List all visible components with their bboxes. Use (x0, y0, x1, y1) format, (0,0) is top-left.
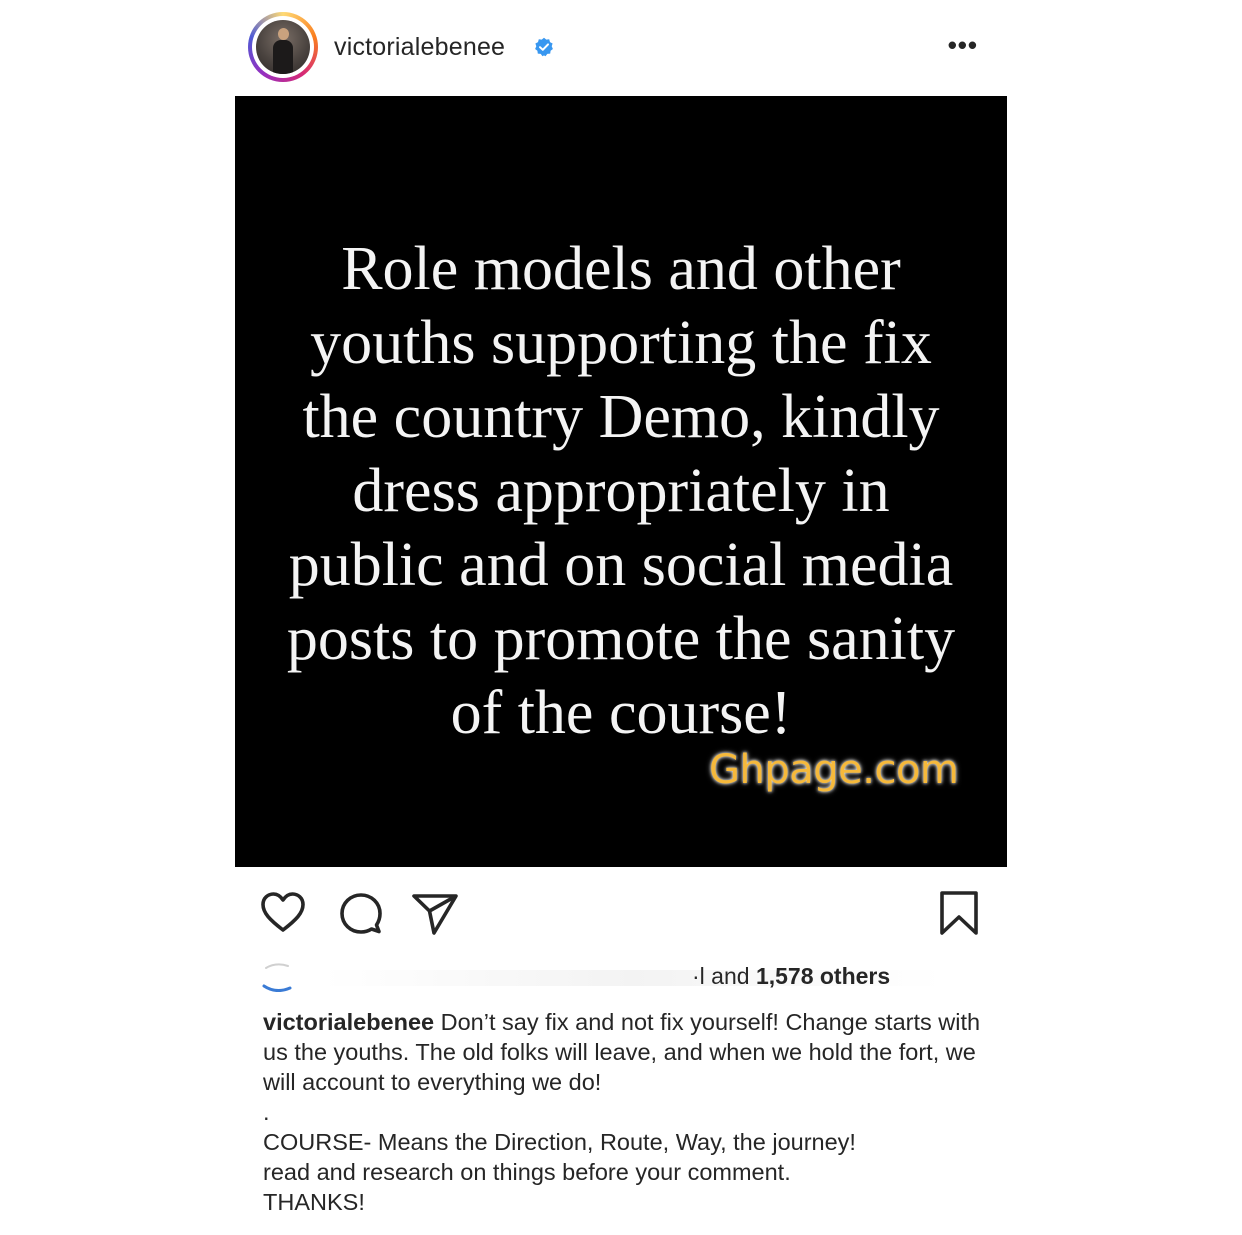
comment-icon[interactable] (336, 888, 386, 938)
caption-line: read and research on things before your … (263, 1159, 791, 1185)
avatar-photo (256, 20, 310, 74)
caption-main: victorialebenee Don’t say fix and not fi… (263, 1007, 1003, 1097)
quote-line: public and on social media (288, 531, 954, 599)
username-link[interactable]: victorialebenee (334, 32, 505, 62)
profile-avatar[interactable] (248, 12, 318, 82)
post-caption: victorialebenee Don’t say fix and not fi… (263, 1007, 1003, 1217)
post-image[interactable]: Role models and other youths supporting … (235, 96, 1007, 867)
watermark: Ghpage.com (709, 747, 959, 793)
quote-line: of the course! (450, 679, 792, 747)
post-quote-text: Role models and other youths supporting … (235, 232, 1007, 750)
likes-count[interactable]: 1,578 others (756, 963, 890, 989)
likes-prefix: ·l and (692, 963, 756, 989)
caption-line: THANKS! (263, 1189, 365, 1215)
caption-separator: . (263, 1099, 270, 1125)
liker-avatars (262, 963, 292, 992)
heart-icon[interactable] (258, 888, 308, 938)
paper-plane-icon[interactable] (410, 888, 460, 938)
likes-text: ·l and 1,578 others (692, 960, 890, 992)
more-options-button[interactable]: ••• (948, 32, 978, 58)
bookmark-icon[interactable] (934, 888, 984, 938)
quote-line: Role models and other (341, 235, 901, 303)
action-bar (258, 888, 988, 938)
quote-line: the country Demo, kindly (302, 383, 940, 451)
quote-line: youths supporting the fix (310, 309, 932, 377)
caption-line: COURSE- Means the Direction, Route, Way,… (263, 1129, 856, 1155)
likes-summary[interactable]: ·l and 1,578 others (262, 960, 962, 994)
quote-line: posts to promote the sanity (286, 605, 956, 673)
verified-badge-icon (535, 37, 553, 57)
caption-username[interactable]: victorialebenee (263, 1009, 434, 1035)
quote-line: dress appropriately in (352, 457, 890, 525)
post-header: victorialebenee ••• (248, 12, 1008, 82)
